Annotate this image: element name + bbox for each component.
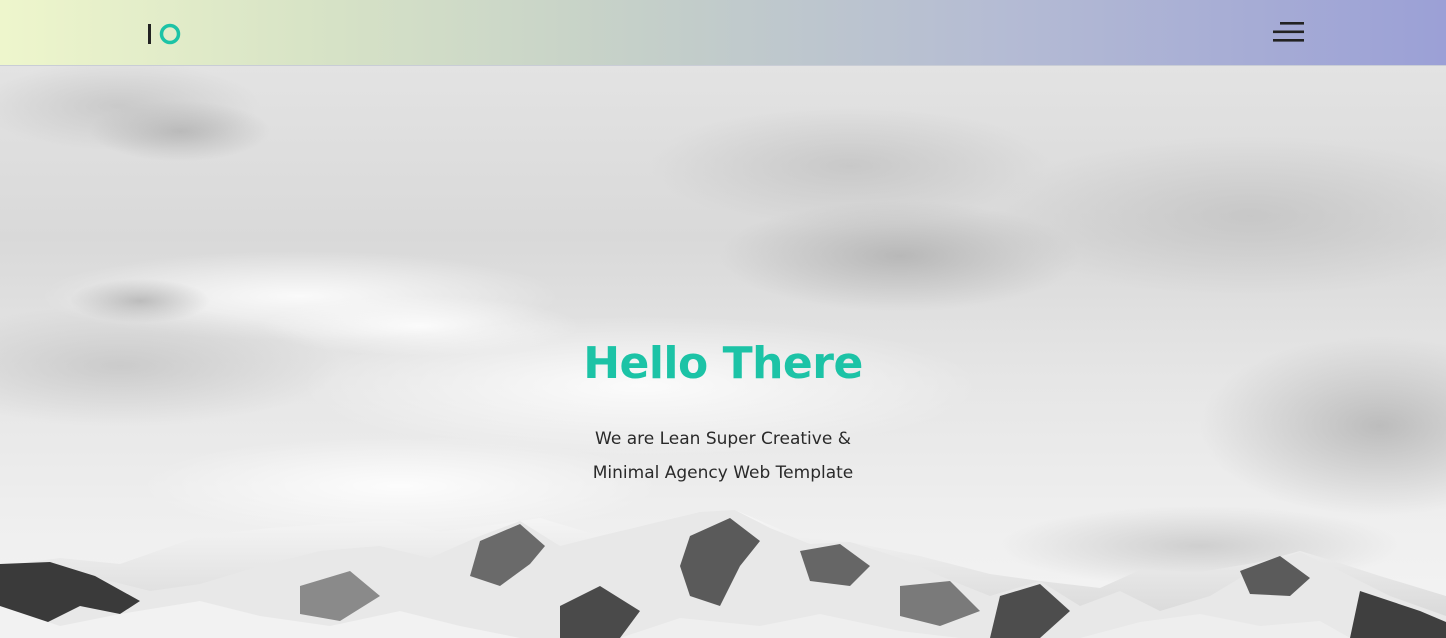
- hero-subtitle-line-1: We are Lean Super Creative &: [595, 429, 851, 449]
- page: Hello There We are Lean Super Creative &…: [0, 0, 1446, 638]
- hero-content: Hello There We are Lean Super Creative &…: [0, 336, 1446, 490]
- hero-section: Hello There We are Lean Super Creative &…: [0, 66, 1446, 638]
- io-logo-icon: [148, 23, 181, 45]
- hero-title: Hello There: [583, 338, 863, 389]
- site-logo[interactable]: [147, 22, 183, 46]
- hero-subtitle-line-2: Minimal Agency Web Template: [592, 463, 854, 483]
- hamburger-menu-icon: [1273, 22, 1304, 42]
- hamburger-menu-button[interactable]: [1270, 20, 1306, 44]
- hero-subtitle: We are Lean Super Creative & Minimal Age…: [563, 422, 883, 490]
- site-header: [0, 0, 1446, 66]
